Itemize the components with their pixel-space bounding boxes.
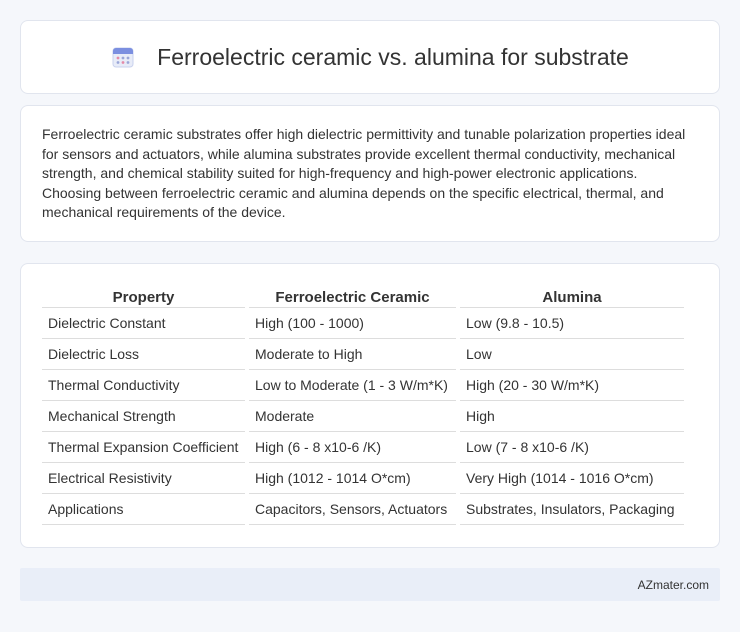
alumina-cell: High [460,401,684,432]
header-alumina: Alumina [460,285,684,308]
alumina-cell: Very High (1014 - 1016 O*cm) [460,463,684,494]
property-cell: Thermal Conductivity [42,370,245,401]
ferroelectric-cell: High (1012 - 1014 O*cm) [249,463,456,494]
property-cell: Electrical Resistivity [42,463,245,494]
table-header-row: Property Ferroelectric Ceramic Alumina [42,285,684,308]
calendar-icon [112,47,134,68]
property-cell: Dielectric Loss [42,339,245,370]
ferroelectric-cell: Capacitors, Sensors, Actuators [249,494,456,525]
description-text: Ferroelectric ceramic substrates offer h… [42,126,686,221]
ferroelectric-cell: High (100 - 1000) [249,308,456,339]
footer: AZmater.com [20,568,720,601]
alumina-cell: Low (9.8 - 10.5) [460,308,684,339]
property-cell: Mechanical Strength [42,401,245,432]
ferroelectric-cell: High (6 - 8 x10-6 /K) [249,432,456,463]
comparison-table: Property Ferroelectric Ceramic Alumina D… [42,285,684,525]
comparison-table-card: Property Ferroelectric Ceramic Alumina D… [20,263,720,548]
property-cell: Applications [42,494,245,525]
alumina-cell: Low (7 - 8 x10-6 /K) [460,432,684,463]
table-row: Dielectric Loss Moderate to High Low [42,339,684,370]
footer-brand[interactable]: AZmater.com [638,578,709,592]
table-row: Dielectric Constant High (100 - 1000) Lo… [42,308,684,339]
page-title: Ferroelectric ceramic vs. alumina for su… [157,43,629,70]
property-cell: Thermal Expansion Coefficient [42,432,245,463]
header-property: Property [42,285,245,308]
table-row: Electrical Resistivity High (1012 - 1014… [42,463,684,494]
ferroelectric-cell: Moderate [249,401,456,432]
alumina-cell: Low [460,339,684,370]
ferroelectric-cell: Moderate to High [249,339,456,370]
property-cell: Dielectric Constant [42,308,245,339]
ferroelectric-cell: Low to Moderate (1 - 3 W/m*K) [249,370,456,401]
title-card: Ferroelectric ceramic vs. alumina for su… [20,20,720,94]
table-row: Mechanical Strength Moderate High [42,401,684,432]
description-card: Ferroelectric ceramic substrates offer h… [20,105,720,242]
alumina-cell: Substrates, Insulators, Packaging [460,494,684,525]
header-ferroelectric: Ferroelectric Ceramic [249,285,456,308]
alumina-cell: High (20 - 30 W/m*K) [460,370,684,401]
table-row: Applications Capacitors, Sensors, Actuat… [42,494,684,525]
table-row: Thermal Expansion Coefficient High (6 - … [42,432,684,463]
table-row: Thermal Conductivity Low to Moderate (1 … [42,370,684,401]
